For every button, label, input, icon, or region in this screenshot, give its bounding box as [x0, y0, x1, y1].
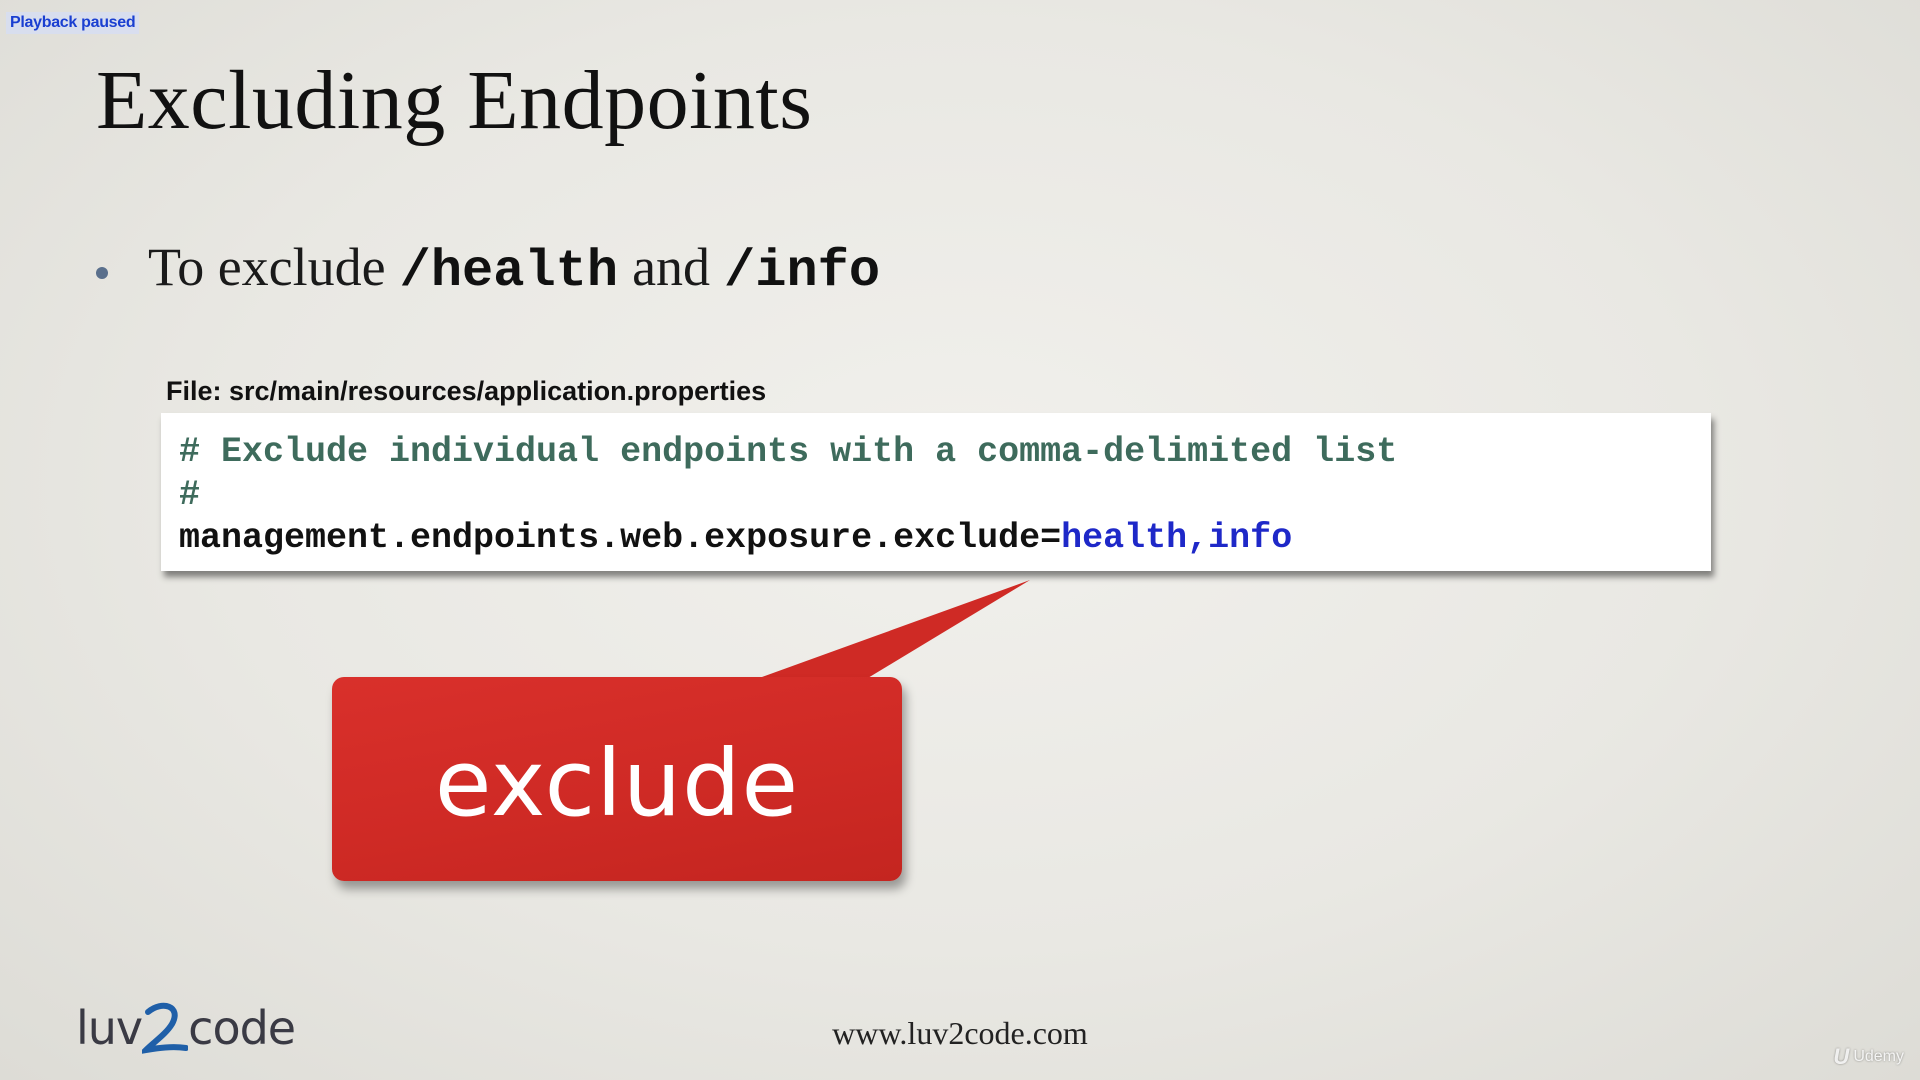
code-comment-hash: #: [179, 475, 201, 515]
code-property-value: health,info: [1061, 518, 1293, 558]
file-path-label: File: src/main/resources/application.pro…: [166, 376, 767, 406]
exclude-callout: exclude: [332, 677, 902, 881]
bullet-dot-icon: [96, 266, 108, 279]
playback-status-label: Playback paused: [6, 12, 140, 34]
udemy-logo-icon: U: [1833, 1044, 1850, 1069]
code-property-key: management.endpoints.web.exposure.exclud…: [179, 518, 1062, 558]
watermark-text: Udemy: [1853, 1048, 1904, 1065]
endpoint-info: /info: [724, 242, 881, 301]
code-comment-line: # Exclude individual endpoints with a co…: [179, 432, 1398, 472]
footer-url: www.luv2code.com: [832, 1015, 1088, 1051]
endpoint-health: /health: [399, 242, 619, 301]
code-snippet: # Exclude individual endpoints with a co…: [161, 413, 1711, 571]
udemy-watermark: U Udemy: [1833, 1044, 1904, 1070]
bullet-point: To exclude /health and /info: [96, 236, 880, 301]
bullet-prefix: To exclude: [148, 237, 386, 297]
bullet-conjunction: and: [632, 237, 711, 297]
callout-label: exclude: [434, 729, 800, 837]
slide-title: Excluding Endpoints: [96, 54, 813, 147]
